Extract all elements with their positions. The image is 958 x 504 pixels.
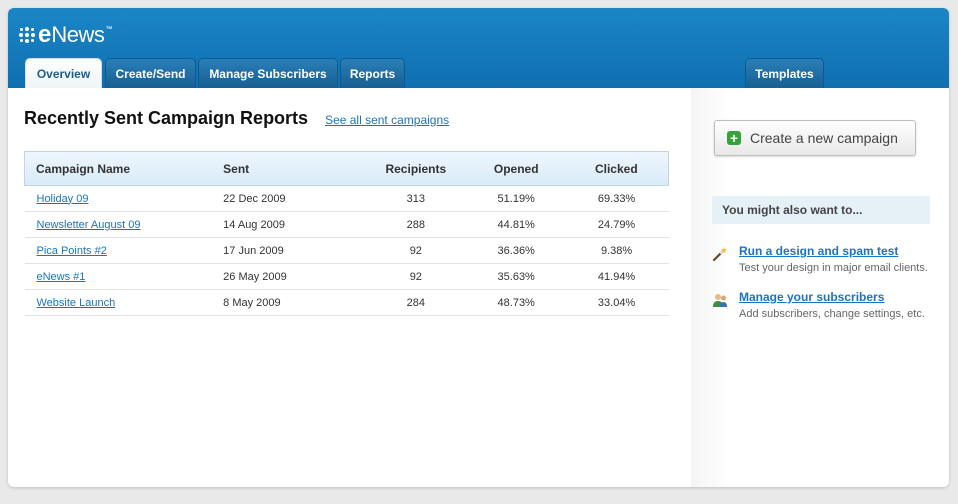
table-row: Website Launch 8 May 2009 284 48.73% 33.… [24, 289, 669, 316]
column-header-recipients[interactable]: Recipients [363, 151, 468, 186]
enews-logo[interactable]: e News ™ [19, 23, 112, 47]
sent-date-cell: 17 Jun 2009 [223, 237, 364, 264]
campaign-link[interactable]: Website Launch [37, 297, 116, 309]
app-window: e News ™ Overview Create/Send Manage Sub… [8, 8, 949, 487]
recipients-cell: 284 [363, 289, 468, 316]
table-row: Newsletter August 09 14 Aug 2009 288 44.… [24, 211, 669, 238]
see-all-campaigns-link[interactable]: See all sent campaigns [325, 113, 449, 127]
table-row: Pica Points #2 17 Jun 2009 92 36.36% 9.3… [24, 237, 669, 264]
opened-cell: 51.19% [467, 185, 565, 212]
campaign-name-cell: Holiday 09 [24, 185, 224, 212]
campaign-link[interactable]: Holiday 09 [37, 193, 89, 205]
clicked-cell: 9.38% [564, 237, 669, 264]
logo-text-e: e [38, 21, 52, 48]
main-content: Recently Sent Campaign Reports See all s… [24, 108, 669, 316]
table-row: eNews #1 26 May 2009 92 35.63% 41.94% [24, 263, 669, 290]
tab-reports[interactable]: Reports [340, 58, 405, 88]
opened-cell: 48.73% [467, 289, 565, 316]
tab-create-send[interactable]: Create/Send [105, 58, 196, 88]
campaign-link[interactable]: Pica Points #2 [37, 245, 107, 257]
manage-subscribers-link[interactable]: Manage your subscribers [739, 290, 884, 304]
header-bar: e News ™ Overview Create/Send Manage Sub… [8, 8, 949, 88]
tab-templates[interactable]: Templates [745, 58, 824, 88]
campaign-link[interactable]: eNews #1 [37, 271, 86, 283]
clicked-cell: 24.79% [564, 211, 669, 238]
opened-cell: 44.81% [467, 211, 565, 238]
sent-date-cell: 8 May 2009 [223, 289, 364, 316]
campaign-link[interactable]: Newsletter August 09 [37, 219, 141, 231]
plus-icon: + [727, 131, 741, 145]
sent-date-cell: 14 Aug 2009 [223, 211, 364, 238]
campaign-name-cell: Pica Points #2 [24, 237, 224, 264]
table-row: Holiday 09 22 Dec 2009 313 51.19% 69.33% [24, 185, 669, 212]
opened-cell: 36.36% [467, 237, 565, 264]
table-header-row: Campaign Name Sent Recipients Opened Cli… [24, 151, 669, 186]
users-icon [713, 294, 727, 307]
campaign-name-cell: Newsletter August 09 [24, 211, 224, 238]
logo-text-news: News [51, 22, 105, 47]
sidebar: + Create a new campaign You might also w… [691, 88, 949, 487]
column-header-sent[interactable]: Sent [223, 151, 364, 186]
run-design-spam-test-link[interactable]: Run a design and spam test [739, 244, 898, 258]
tab-overview[interactable]: Overview [25, 58, 102, 88]
create-new-campaign-label: Create a new campaign [750, 130, 898, 146]
recipients-cell: 313 [363, 185, 468, 212]
logo-trademark: ™ [105, 26, 113, 33]
page-title: Recently Sent Campaign Reports [24, 108, 309, 128]
recipients-cell: 92 [363, 237, 468, 264]
recipients-cell: 92 [363, 263, 468, 290]
sent-date-cell: 22 Dec 2009 [223, 185, 364, 212]
campaign-reports-table: Campaign Name Sent Recipients Opened Cli… [24, 151, 669, 316]
column-header-opened[interactable]: Opened [467, 151, 565, 186]
recipients-cell: 288 [363, 211, 468, 238]
magic-wand-icon [712, 247, 727, 262]
suggestion-description: Add subscribers, change settings, etc. [739, 308, 925, 320]
clicked-cell: 33.04% [564, 289, 669, 316]
also-want-heading: You might also want to... [712, 196, 930, 224]
opened-cell: 35.63% [467, 263, 565, 290]
column-header-clicked[interactable]: Clicked [564, 151, 669, 186]
clicked-cell: 69.33% [564, 185, 669, 212]
create-new-campaign-button[interactable]: + Create a new campaign [714, 120, 916, 156]
column-header-campaign-name[interactable]: Campaign Name [24, 151, 224, 186]
campaign-name-cell: eNews #1 [24, 263, 224, 290]
campaign-name-cell: Website Launch [24, 289, 224, 316]
title-row: Recently Sent Campaign Reports See all s… [24, 108, 669, 132]
clicked-cell: 41.94% [564, 263, 669, 290]
logo-dots-icon [19, 27, 35, 43]
suggestion-description: Test your design in major email clients. [739, 262, 928, 274]
tab-manage-subscribers[interactable]: Manage Subscribers [198, 58, 338, 88]
sent-date-cell: 26 May 2009 [223, 263, 364, 290]
